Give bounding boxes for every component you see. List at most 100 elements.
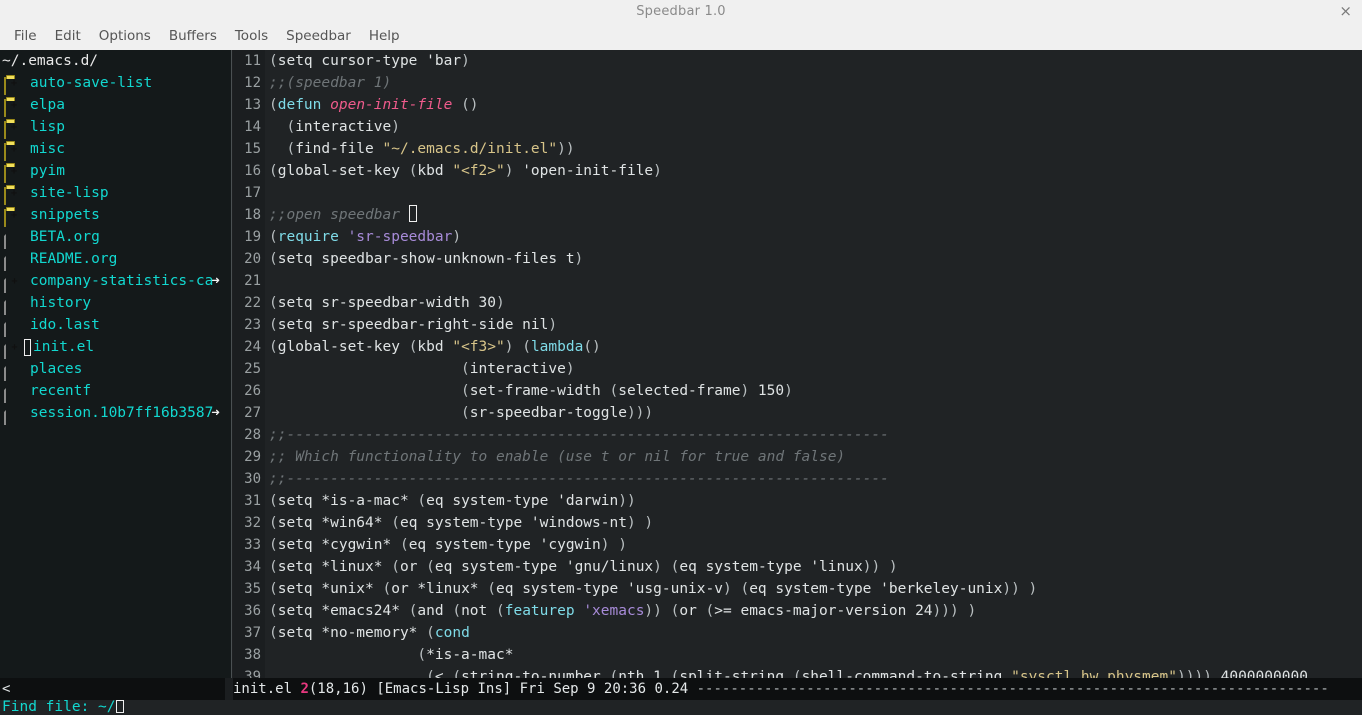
speedbar-item-readme-org[interactable]: README.org [0,248,225,271]
code-line[interactable]: 32 (setq *win64* (eq system-type 'windows… [233,512,1362,534]
code-line[interactable]: 22 (setq sr-speedbar-width 30) [233,292,1362,314]
speedbar-item-pyim[interactable]: + pyim [0,160,225,183]
folder-plus-icon[interactable]: + [4,97,24,117]
menu-item-file[interactable]: File [5,26,46,46]
code-line[interactable]: 18 ;;open speedbar [233,204,1362,226]
code-line[interactable]: 34 (setq *linux* (or (eq system-type 'gnu… [233,556,1362,578]
file-icon[interactable] [4,361,24,381]
code-line[interactable]: 23 (setq sr-speedbar-right-side nil) [233,314,1362,336]
code-line[interactable]: 17 [233,182,1362,204]
folder-plus-icon[interactable]: + [4,163,24,183]
menu-item-speedbar[interactable]: Speedbar [277,26,360,46]
speedbar-item-misc[interactable]: + misc [0,138,225,161]
code-line[interactable]: 21 [233,270,1362,292]
file-icon[interactable] [4,317,24,337]
menu-item-options[interactable]: Options [90,26,160,46]
code-line[interactable]: 27 (sr-speedbar-toggle))) [233,402,1362,424]
line-number: 36 [244,603,261,619]
code-token: ;;--------------------------------------… [269,427,889,443]
file-icon[interactable] [4,229,24,249]
menu-item-edit[interactable]: Edit [46,26,90,46]
code-line[interactable]: 31 (setq *is-a-mac* (eq system-type 'darw… [233,490,1362,512]
speedbar-item-label: elpa [30,97,65,113]
code-token: ( [452,603,462,619]
code-token: eq system-type [408,537,540,553]
code-line[interactable]: 36 (setq *emacs24* (and (not (featurep 'x… [233,600,1362,622]
folder-plus-icon[interactable]: + [4,207,24,227]
code-line[interactable]: 15 (find-file "~/.emacs.d/init.el")) [233,138,1362,160]
file-plus-icon[interactable]: + [4,273,24,293]
code-line[interactable]: 38 (*is-a-mac* [233,644,1362,666]
speedbar-item-label: auto-save-list [30,75,153,91]
speedbar-item-company-statistics-ca[interactable]: + company-statistics-ca ➜ [0,270,225,293]
code-token: ( [382,581,392,597]
minibuffer[interactable]: Find file: ~/ [0,700,1362,715]
code-line[interactable]: 30 ;;------------------------------------… [233,468,1362,490]
menu-item-buffers[interactable]: Buffers [160,26,226,46]
speedbar-item-history[interactable]: history [0,292,225,315]
code-text: (< (string-to-number (nth 1 (split-strin… [269,666,1308,678]
speedbar-item-recentf[interactable]: recentf [0,380,225,403]
code-line[interactable]: 24 (global-set-key (kbd "<f3>") (lambda() [233,336,1362,358]
code-token: ) [495,295,505,311]
code-line[interactable]: 19 (require 'sr-speedbar) [233,226,1362,248]
folder-plus-icon[interactable]: + [4,185,24,205]
speedbar-item-ido-last[interactable]: ido.last [0,314,225,337]
code-token: cond [434,625,470,641]
code-token: ( [269,229,278,245]
code-line[interactable]: 26 (set-frame-width (selected-frame) 150… [233,380,1362,402]
code-line[interactable]: 25 (interactive) [233,358,1362,380]
line-number: 38 [244,647,261,663]
code-line[interactable]: 35 (setq *unix* (or *linux* (eq system-ty… [233,578,1362,600]
file-plus-icon[interactable]: + [4,339,24,359]
speedbar-item-label: ido.last [30,317,100,333]
speedbar-item-auto-save-list[interactable]: + auto-save-list [0,72,225,95]
modeline-position: (18,16) [308,681,377,697]
code-token: defun [277,97,322,113]
speedbar-item-label: company-statistics-ca [30,273,214,289]
code-area[interactable]: 11 (setq cursor-type 'bar) 12 ;;(speedbar 1… [233,50,1362,678]
code-token: ;;(speedbar 1) [269,75,392,91]
code-line[interactable]: 20 (setq speedbar-show-unknown-files t) [233,248,1362,270]
code-line[interactable]: 37 (setq *no-memory* (cond [233,622,1362,644]
code-token: ( [487,581,496,597]
editor-panel[interactable]: 11 (setq cursor-type 'bar) 12 ;;(speedbar 1… [233,50,1362,678]
code-line[interactable]: 16 (global-set-key (kbd "<f2>") 'open-ini… [233,160,1362,182]
folder-plus-icon[interactable]: + [4,119,24,139]
code-line[interactable]: 11 (setq cursor-type 'bar) [233,50,1362,72]
code-line[interactable]: 14 (interactive) [233,116,1362,138]
speedbar-item-init-el[interactable]: + init.el [0,336,225,359]
code-token: ;; Which functionality to enable (use t … [269,449,846,465]
file-icon[interactable] [4,295,24,315]
file-icon[interactable] [4,405,24,425]
file-icon[interactable] [4,251,24,271]
code-token: 4000000000 [1211,669,1308,678]
speedbar-item-beta-org[interactable]: BETA.org [0,226,225,249]
folder-plus-icon[interactable]: + [4,75,24,95]
speedbar-item-elpa[interactable]: + elpa [0,94,225,117]
speedbar-item-lisp[interactable]: + lisp [0,116,225,139]
folder-plus-icon[interactable]: + [4,141,24,161]
speedbar-item-session-10b7ff16b3587[interactable]: session.10b7ff16b3587 ➜ [0,402,225,425]
window-divider[interactable] [225,50,232,678]
close-icon[interactable]: × [1339,1,1352,21]
menu-item-help[interactable]: Help [360,26,409,46]
code-token: split-string [679,669,793,678]
code-line[interactable]: 39 (< (string-to-number (nth 1 (split-st… [233,666,1362,678]
speedbar-item-places[interactable]: places [0,358,225,381]
code-line[interactable]: 13 (defun open-init-file () [233,94,1362,116]
menu-item-tools[interactable]: Tools [226,26,277,46]
code-token: or [399,559,427,575]
code-token: ) [784,383,793,399]
speedbar-item-snippets[interactable]: + snippets [0,204,225,227]
code-line[interactable]: 28 ;;------------------------------------… [233,424,1362,446]
speedbar-item-site-lisp[interactable]: + site-lisp [0,182,225,205]
code-token: ) [461,53,470,69]
code-line[interactable]: 29 ;; Which functionality to enable (use … [233,446,1362,468]
speedbar-panel[interactable]: ~/.emacs.d/ + auto-save-list + elpa + lisp + mis… [0,50,225,678]
code-line[interactable]: 33 (setq *cygwin* (eq system-type 'cygwin… [233,534,1362,556]
code-line[interactable]: 12 ;;(speedbar 1) [233,72,1362,94]
file-icon[interactable] [4,383,24,403]
code-token: interactive [469,361,566,377]
